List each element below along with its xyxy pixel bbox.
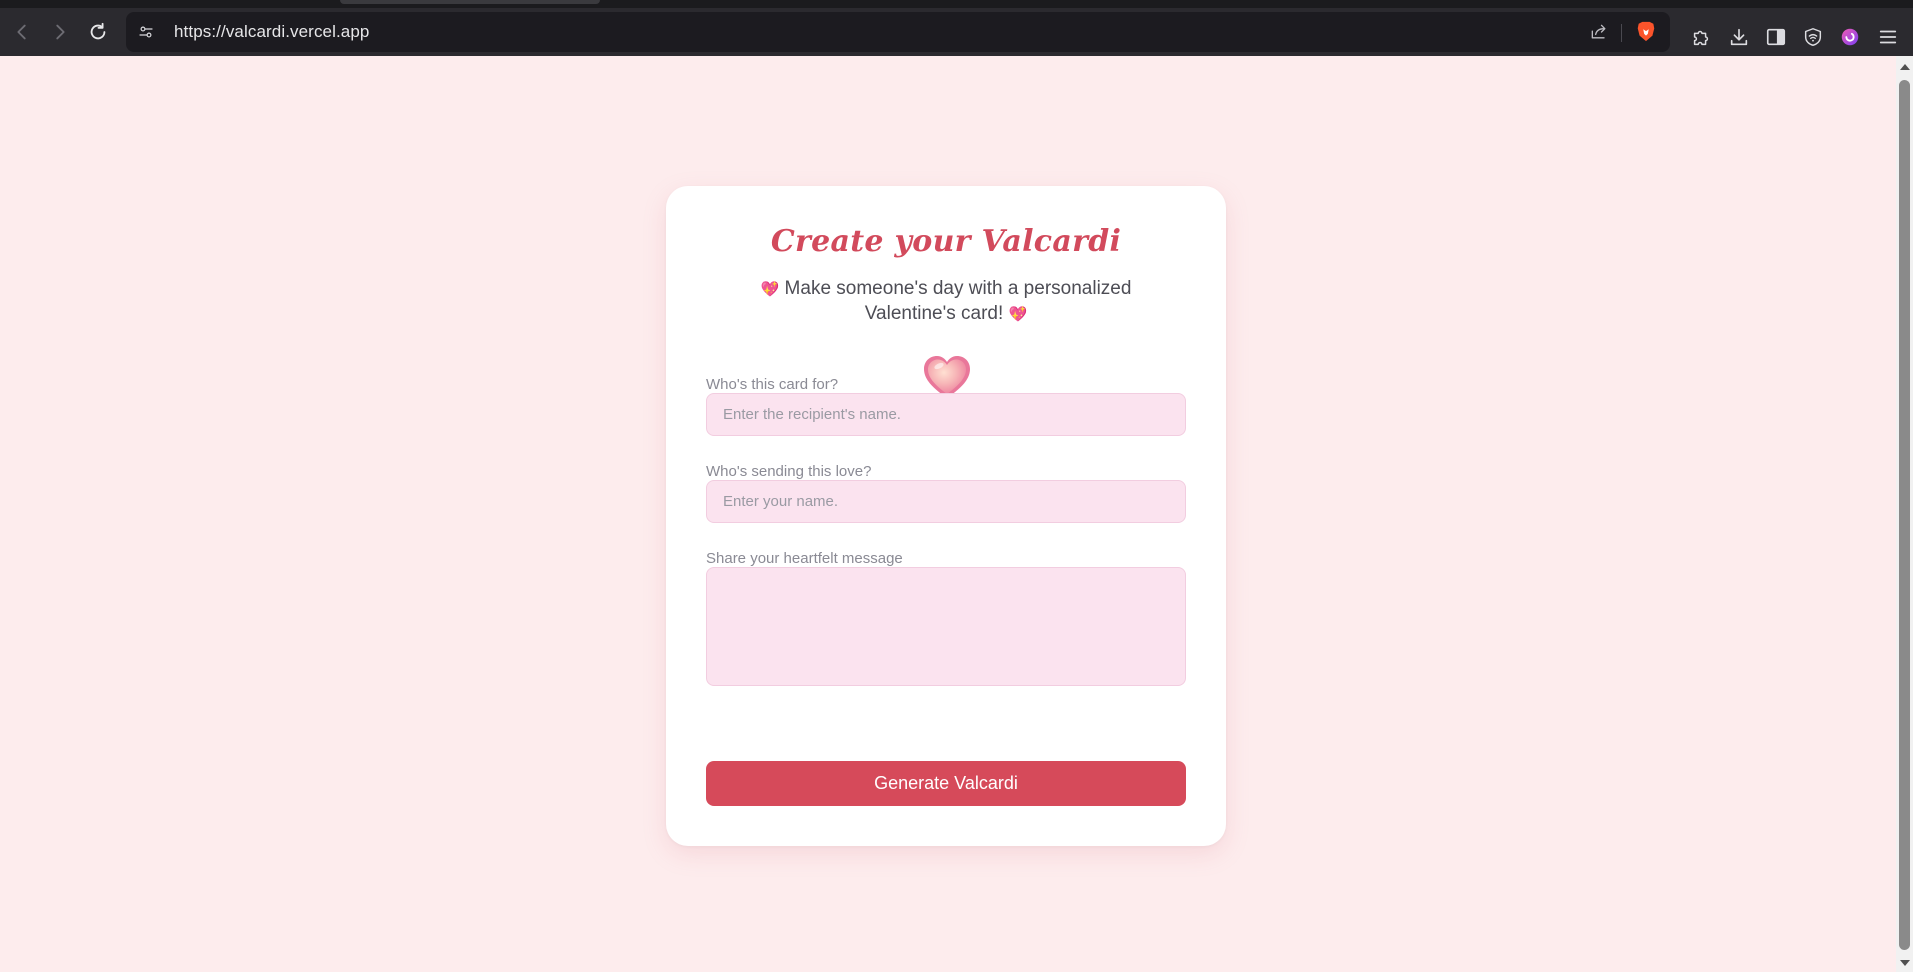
message-textarea[interactable] [706,567,1186,686]
reload-icon[interactable] [82,16,114,48]
page-title: Create your Valcardi [770,224,1122,259]
active-tab[interactable] [340,0,600,4]
shield-wifi-icon[interactable] [1800,24,1826,50]
vertical-scrollbar[interactable] [1896,56,1913,972]
recipient-label: Who's this card for? [706,376,839,393]
sparkling-heart-icon: 💖 [760,281,780,298]
back-arrow-icon[interactable] [6,16,38,48]
address-bar-divider [1621,24,1622,42]
page-subtitle: 💖 Make someone's day with a personalized… [746,276,1146,326]
scroll-up-arrow-icon[interactable] [1900,64,1910,70]
tab-strip [0,0,1913,8]
url-text[interactable]: https://valcardi.vercel.app [174,22,369,42]
subtitle-text: Make someone's day with a personalized V… [784,278,1132,324]
sender-label: Who's sending this love? [706,463,872,480]
hamburger-menu-icon[interactable] [1875,24,1901,50]
leo-ai-icon[interactable] [1837,24,1863,50]
site-settings-icon[interactable] [134,21,158,43]
forward-arrow-icon[interactable] [44,16,76,48]
sender-name-input[interactable] [706,480,1186,523]
address-bar[interactable]: https://valcardi.vercel.app [126,12,1670,52]
recipient-name-input[interactable] [706,393,1186,436]
brave-lion-icon[interactable] [1634,19,1658,45]
scroll-thumb[interactable] [1899,80,1910,950]
message-label: Share your heartfelt message [706,550,903,567]
download-icon[interactable] [1726,24,1752,50]
sparkling-heart-icon: 💖 [1008,306,1028,323]
browser-toolbar: https://valcardi.vercel.app [0,8,1913,56]
share-icon[interactable] [1586,20,1612,44]
create-card-form: Create your Valcardi 💖 Make someone's da… [666,186,1226,846]
scroll-down-arrow-icon[interactable] [1900,960,1910,966]
generate-button[interactable]: Generate Valcardi [706,761,1186,806]
sidebar-icon[interactable] [1763,24,1789,50]
puzzle-icon[interactable] [1688,24,1714,50]
page-viewport: Create your Valcardi 💖 Make someone's da… [0,56,1896,972]
